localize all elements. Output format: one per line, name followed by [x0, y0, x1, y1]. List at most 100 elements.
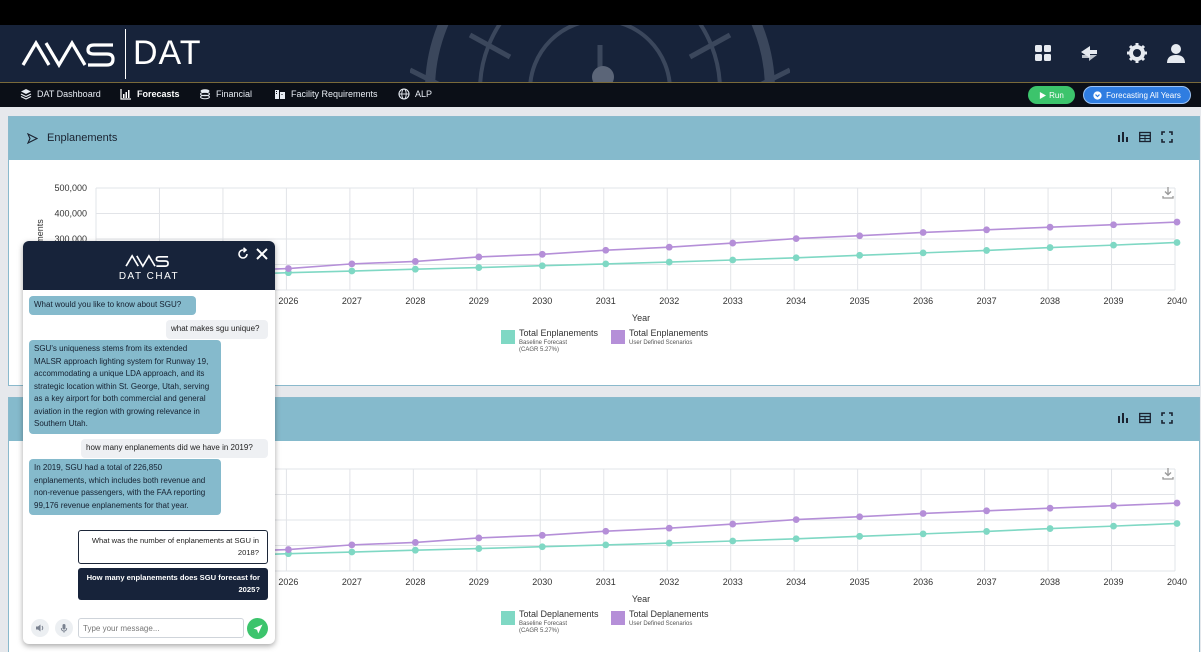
chat-widget: DAT CHAT What would you like to know abo… — [23, 241, 275, 644]
brand-logo — [21, 39, 115, 69]
microphone-icon[interactable] — [55, 619, 73, 637]
x-tick-label: 2029 — [469, 296, 489, 306]
coins-icon — [200, 89, 210, 100]
data-point — [919, 249, 927, 257]
x-tick-label: 2038 — [1040, 296, 1060, 306]
data-point — [665, 258, 673, 266]
chevron-down-circle-icon — [1093, 90, 1102, 100]
chart-legend: Total Enplanements Baseline Forecast(CAGR… — [501, 328, 709, 353]
x-axis-label: Year — [632, 313, 650, 323]
data-point — [475, 534, 483, 542]
legend-label: Total Enplanements — [519, 328, 599, 338]
download-icon[interactable] — [1162, 468, 1174, 480]
data-point — [411, 546, 419, 554]
data-point — [538, 250, 546, 258]
panel-header: Enplanements — [9, 117, 1199, 160]
legend-label: Total Deplanements — [519, 609, 599, 619]
data-point — [1110, 522, 1117, 530]
fullscreen-icon[interactable] — [1161, 411, 1173, 424]
top-black-bar — [0, 0, 1201, 25]
x-tick-label: 2028 — [405, 577, 425, 587]
run-button[interactable]: Run — [1028, 86, 1075, 104]
fullscreen-icon[interactable] — [1161, 130, 1173, 143]
data-point — [665, 243, 673, 251]
chat-messages: What would you like to know about SGU? w… — [23, 290, 275, 602]
x-tick-label: 2037 — [977, 577, 997, 587]
data-point — [475, 545, 483, 552]
sync-arrows-icon[interactable] — [1078, 42, 1100, 64]
x-tick-label: 2030 — [532, 296, 552, 306]
chat-message-bot: SGU's uniqueness stems from its extended… — [29, 340, 221, 434]
chat-message-input[interactable] — [78, 618, 244, 638]
data-point — [919, 229, 927, 236]
data-point — [983, 528, 990, 535]
y-tick-label: 500,000 — [54, 183, 87, 193]
data-point — [856, 232, 864, 240]
nav-label: Facility Requirements — [291, 89, 378, 99]
x-tick-label: 2029 — [469, 577, 489, 587]
nav-item-forecasts[interactable]: Forecasts — [120, 88, 180, 100]
data-point — [285, 265, 292, 272]
x-tick-label: 2039 — [1104, 577, 1124, 587]
chat-title: DAT CHAT — [118, 271, 180, 282]
data-point — [348, 541, 356, 549]
data-point — [538, 543, 546, 551]
suggestion-chip[interactable]: How many enplanements does SGU forecast … — [78, 568, 268, 600]
data-point — [792, 516, 800, 523]
suggestion-chip[interactable]: What was the number of enplanements at S… — [78, 530, 268, 564]
bar-chart-view-icon[interactable] — [1117, 411, 1129, 423]
legend-sublabel: Baseline Forecast — [519, 340, 567, 346]
data-point — [919, 510, 927, 517]
close-icon[interactable] — [255, 247, 269, 261]
data-point — [729, 520, 737, 528]
data-point — [602, 527, 610, 535]
legend-sublabel: Baseline Forecast — [519, 621, 567, 627]
data-point — [1173, 218, 1181, 226]
speaker-icon[interactable] — [31, 619, 49, 637]
x-tick-label: 2032 — [659, 296, 679, 306]
legend-label: Total Deplanements — [629, 609, 709, 619]
data-point — [792, 535, 800, 543]
nav-item-dat-dashboard[interactable]: DAT Dashboard — [20, 88, 101, 100]
legend-sublabel: (CAGR 5.27%) — [519, 347, 559, 353]
legend-swatch — [611, 330, 625, 344]
apps-grid-icon[interactable] — [1032, 42, 1054, 64]
data-point — [411, 258, 419, 265]
x-tick-label: 2034 — [786, 577, 806, 587]
legend-swatch — [501, 330, 515, 344]
forecasting-all-years-button[interactable]: Forecasting All Years — [1083, 86, 1191, 104]
table-view-icon[interactable] — [1139, 130, 1151, 143]
x-tick-label: 2032 — [659, 577, 679, 587]
x-tick-label: 2036 — [913, 296, 933, 306]
data-point — [792, 254, 800, 262]
data-point — [729, 239, 737, 247]
nav-label: Forecasts — [137, 89, 180, 99]
data-point — [1046, 244, 1054, 251]
x-tick-label: 2039 — [1104, 296, 1124, 306]
x-tick-label: 2040 — [1167, 577, 1187, 587]
main-nav: DAT Dashboard Forecasts Financial Facili… — [0, 82, 1201, 107]
nav-item-alp[interactable]: ALP — [398, 88, 432, 100]
nav-item-facility-requirements[interactable]: Facility Requirements — [274, 88, 378, 100]
data-point — [1110, 221, 1117, 229]
bar-chart-view-icon[interactable] — [1117, 130, 1129, 142]
data-point — [856, 251, 864, 259]
nav-item-financial[interactable]: Financial — [199, 88, 252, 100]
gear-icon[interactable] — [1126, 42, 1148, 64]
data-point — [602, 541, 610, 549]
data-point — [665, 524, 673, 532]
refresh-icon[interactable] — [236, 247, 250, 261]
layers-icon — [20, 89, 32, 100]
download-icon[interactable] — [1162, 187, 1174, 199]
x-tick-label: 2026 — [278, 577, 298, 587]
data-point — [792, 235, 800, 242]
send-button[interactable] — [247, 618, 268, 639]
user-profile-icon[interactable] — [1165, 42, 1187, 64]
run-label: Run — [1049, 90, 1064, 100]
data-point — [348, 267, 356, 275]
legend-sublabel: User Defined Scenarios — [629, 340, 692, 346]
data-point — [285, 546, 292, 553]
forecasting-label: Forecasting All Years — [1106, 90, 1181, 100]
table-view-icon[interactable] — [1139, 411, 1151, 424]
nav-label: Financial — [216, 89, 253, 99]
